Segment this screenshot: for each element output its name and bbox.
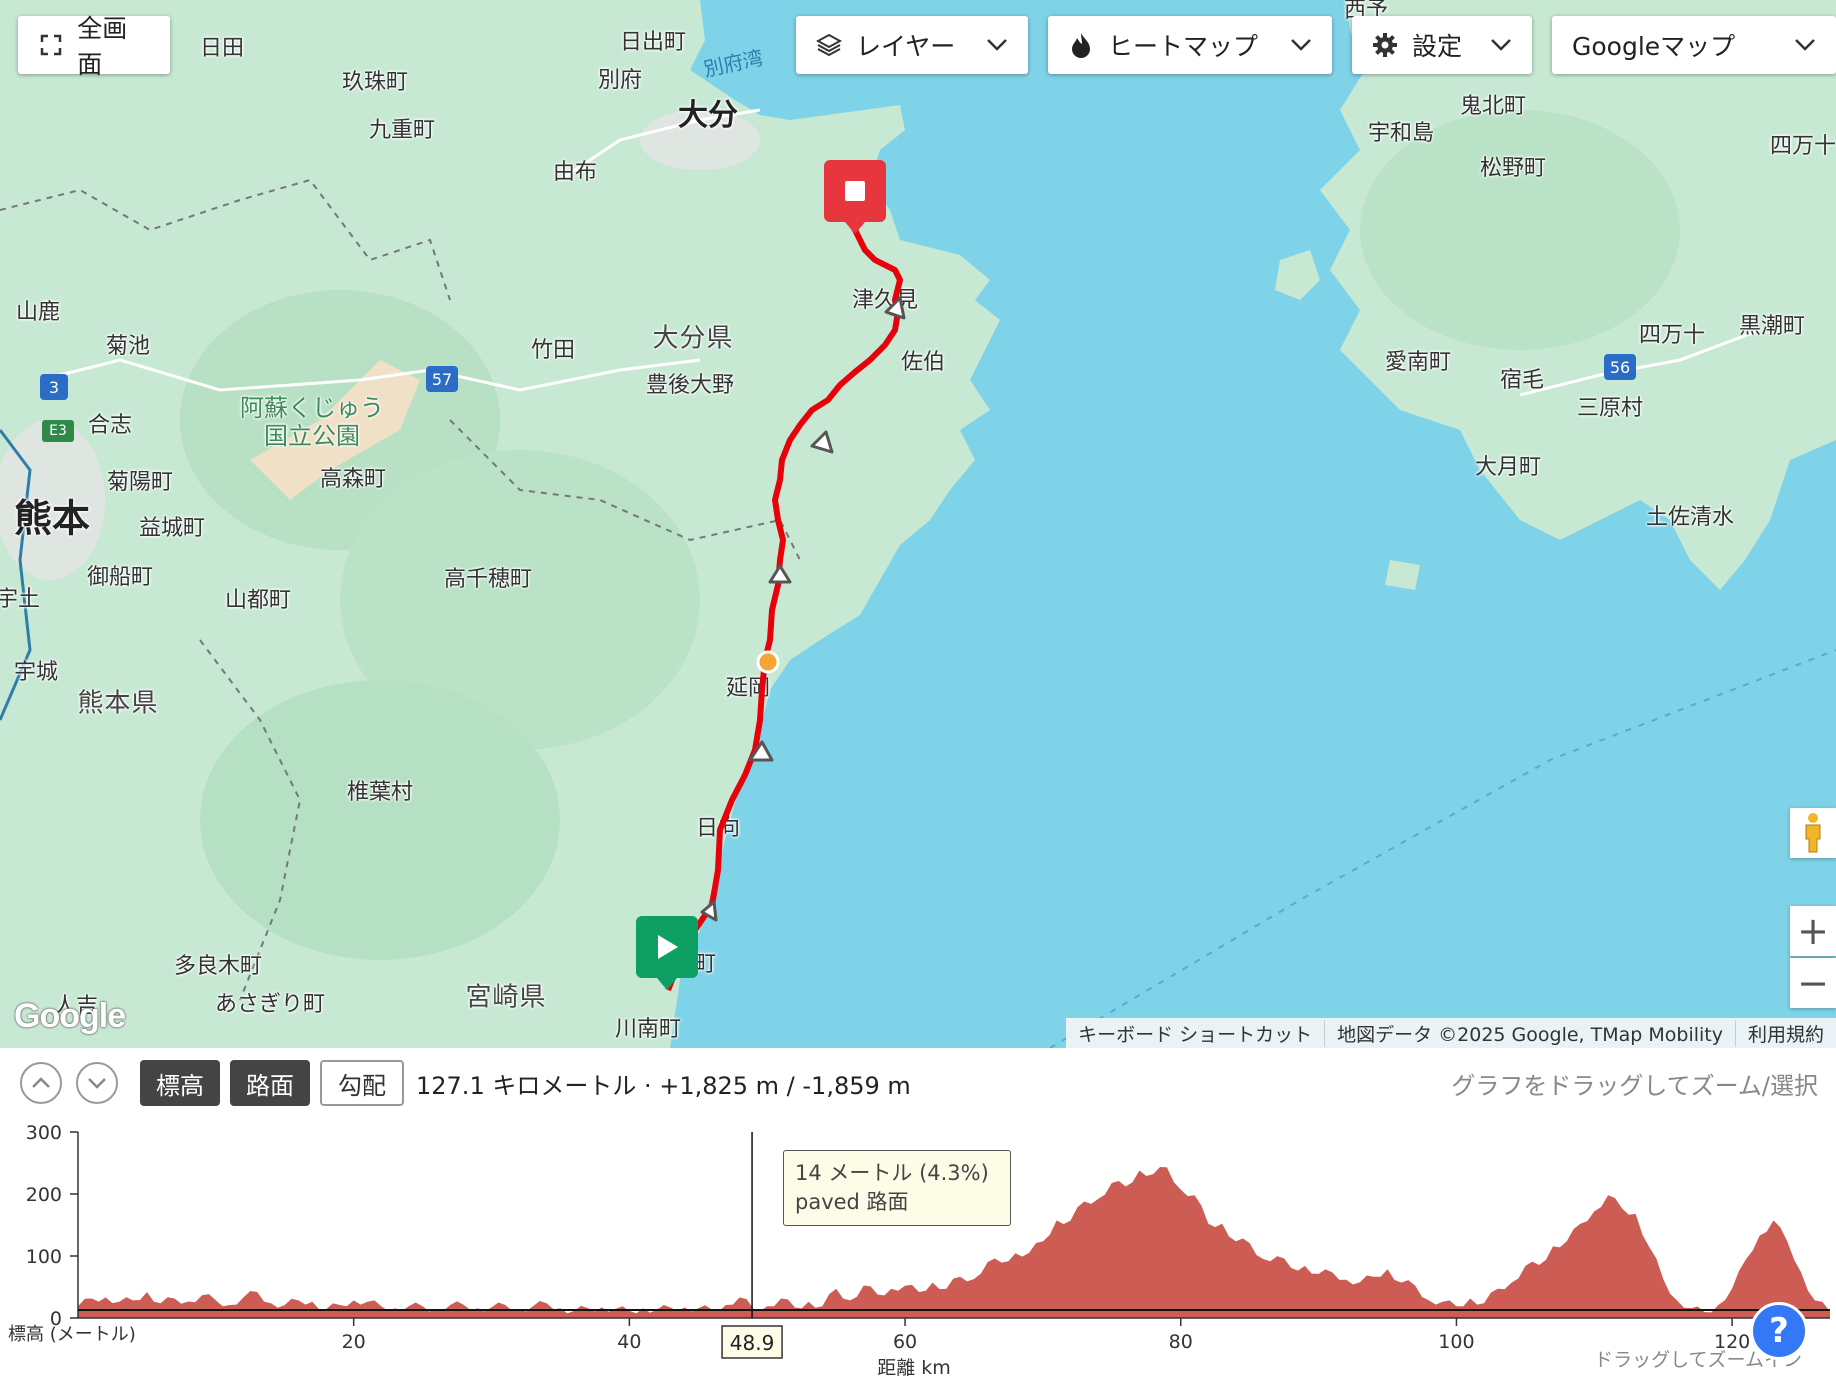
collapse-down-button[interactable] bbox=[76, 1062, 118, 1104]
chevron-down-icon bbox=[1476, 38, 1512, 52]
play-icon bbox=[658, 935, 678, 959]
layers-icon bbox=[816, 32, 842, 58]
heatmap-dropdown[interactable]: ヒートマップ bbox=[1048, 16, 1332, 74]
chevron-down-icon bbox=[972, 38, 1008, 52]
fullscreen-label: 全画面 bbox=[77, 14, 128, 79]
x-tick-label: 100 bbox=[1438, 1331, 1474, 1353]
x-tick-label: 60 bbox=[893, 1331, 917, 1353]
help-icon: ? bbox=[1769, 1311, 1789, 1351]
flame-icon bbox=[1068, 32, 1094, 58]
keyboard-shortcuts-link[interactable]: キーボード ショートカット bbox=[1066, 1020, 1324, 1047]
chevron-up-icon bbox=[32, 1077, 50, 1088]
x-tick-label: 40 bbox=[617, 1331, 641, 1353]
cursor-label: 48.9 bbox=[730, 1331, 775, 1355]
map-attribution: キーボード ショートカット 地図データ ©2025 Google, TMap M… bbox=[1066, 1018, 1836, 1048]
street-view-pegman[interactable] bbox=[1790, 808, 1836, 858]
map-type-dropdown[interactable]: Googleマップ bbox=[1552, 16, 1836, 74]
direction-arrow bbox=[700, 296, 906, 922]
elevation-toggle[interactable]: 標高 bbox=[140, 1060, 220, 1106]
route-line bbox=[665, 188, 903, 992]
x-axis-label: 距離 km bbox=[877, 1357, 951, 1379]
fullscreen-button[interactable]: 全画面 bbox=[18, 14, 170, 79]
y-tick-label: 100 bbox=[26, 1246, 62, 1268]
layers-label: レイヤー bbox=[856, 32, 956, 61]
settings-dropdown[interactable]: 設定 bbox=[1352, 16, 1532, 74]
chart-tooltip: 14 メートル (4.3%) paved 路面 bbox=[783, 1150, 1011, 1226]
y-tick-label: 300 bbox=[26, 1122, 62, 1144]
map-view[interactable]: 日田 日出町 玖珠町 別府 別府湾 大分 九重町 由布 津久見 大分県 竹田 豊… bbox=[0, 0, 1836, 1048]
grade-toggle[interactable]: 勾配 bbox=[320, 1060, 404, 1106]
chevron-down-icon bbox=[88, 1078, 106, 1089]
x-tick-label: 80 bbox=[1169, 1331, 1193, 1353]
tooltip-elevation: 14 メートル (4.3%) bbox=[795, 1161, 989, 1185]
terms-link[interactable]: 利用規約 bbox=[1734, 1019, 1836, 1047]
map-type-label: Googleマップ bbox=[1572, 32, 1736, 61]
layers-dropdown[interactable]: レイヤー bbox=[796, 16, 1028, 74]
pegman-icon bbox=[1805, 813, 1821, 853]
expand-up-button[interactable] bbox=[20, 1062, 62, 1104]
surface-toggle[interactable]: 路面 bbox=[230, 1060, 310, 1106]
gear-icon bbox=[1372, 32, 1398, 58]
end-marker[interactable] bbox=[824, 160, 886, 234]
chevron-down-icon bbox=[1780, 38, 1816, 52]
route-stats: 127.1 キロメートル · +1,825 m / -1,859 m bbox=[416, 1071, 911, 1100]
y-tick-label: 200 bbox=[26, 1184, 62, 1206]
cursor-position-dot bbox=[756, 650, 780, 674]
x-tick-label: 20 bbox=[342, 1331, 366, 1353]
route-layer bbox=[665, 188, 906, 992]
chevron-down-icon bbox=[1276, 38, 1312, 52]
google-logo: Google bbox=[14, 997, 126, 1035]
zoom-out-button[interactable]: − bbox=[1790, 958, 1836, 1008]
heatmap-label: ヒートマップ bbox=[1108, 32, 1259, 61]
settings-label: 設定 bbox=[1412, 32, 1463, 61]
start-marker[interactable] bbox=[636, 916, 698, 990]
stop-icon bbox=[845, 181, 865, 201]
tooltip-surface: paved 路面 bbox=[795, 1190, 909, 1214]
drag-hint: グラフをドラッグしてズーム/選択 bbox=[1451, 1071, 1818, 1100]
y-axis-label: 標高 (メートル) bbox=[8, 1324, 136, 1345]
map-data-credit: 地図データ ©2025 Google, TMap Mobility bbox=[1324, 1019, 1735, 1047]
fullscreen-icon bbox=[38, 32, 63, 58]
zoom-in-button[interactable]: + bbox=[1790, 906, 1836, 956]
profile-toolbar: 標高 路面 勾配 127.1 キロメートル · +1,825 m / -1,85… bbox=[0, 1048, 1836, 1118]
help-button[interactable]: ? bbox=[1750, 1302, 1808, 1360]
